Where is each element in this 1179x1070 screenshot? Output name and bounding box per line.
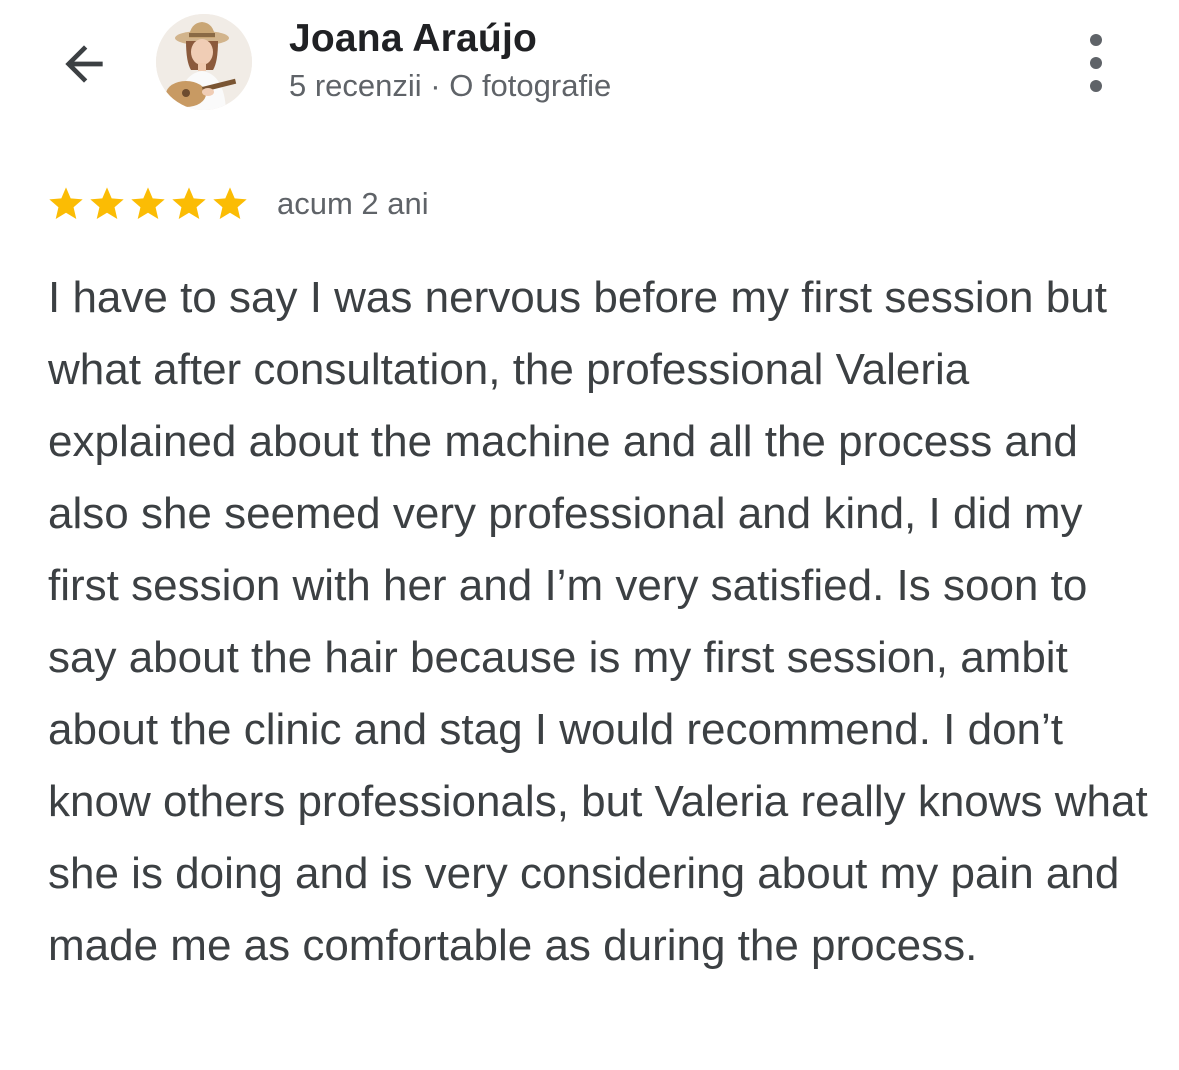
more-vert-icon [1090, 34, 1102, 46]
star-icon [49, 187, 83, 219]
review-text: I have to say I was nervous before my fi… [48, 273, 1148, 970]
star-rating [46, 184, 251, 224]
more-options-button[interactable] [1074, 34, 1118, 92]
back-button[interactable] [52, 32, 116, 96]
arrow-back-icon [65, 45, 103, 83]
avatar-image [156, 14, 252, 110]
star-icon [213, 187, 247, 219]
reviewer-stats: 5 recenzii · O fotografie [289, 68, 612, 103]
avatar[interactable] [156, 14, 252, 110]
review-date: acum 2 ani [277, 186, 429, 221]
star-icon [90, 187, 124, 219]
star-icon [172, 187, 206, 219]
reviewer-name[interactable]: Joana Araújo [289, 15, 537, 63]
review-header: Joana Araújo 5 recenzii · O fotografie [0, 0, 1179, 130]
more-vert-icon [1090, 57, 1102, 69]
review-page: Joana Araújo 5 recenzii · O fotografie a… [0, 0, 1179, 1070]
star-icon [131, 187, 165, 219]
rating-row: acum 2 ani [46, 182, 429, 226]
more-vert-icon [1090, 80, 1102, 92]
